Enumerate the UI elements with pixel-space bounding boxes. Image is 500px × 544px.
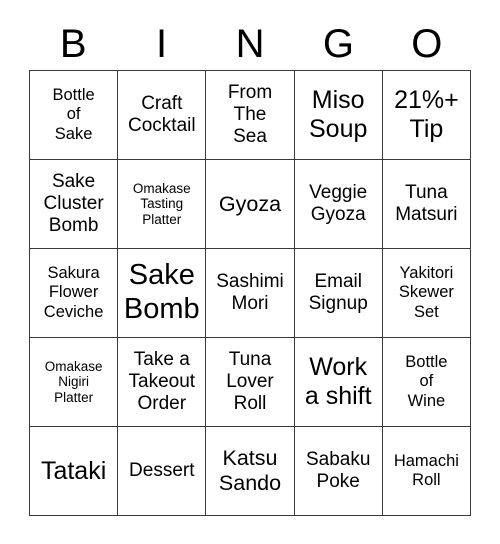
bingo-header-row: BINGO [29, 18, 471, 70]
bingo-cell-label: Gyoza [218, 191, 282, 216]
bingo-cell-label: Tuna Lover Roll [226, 348, 274, 415]
bingo-grid: Bottle of Sake Craft Cocktail From The Sea… [29, 70, 471, 516]
bingo-cell-r2c3[interactable]: Gyoza [206, 160, 295, 249]
bingo-cell-r4c2[interactable]: Take a Takeout Order [118, 338, 207, 427]
bingo-cell-label: Sakura Flower Ceviche [43, 264, 104, 321]
bingo-header-letter-i: I [156, 22, 168, 66]
bingo-cell-label: From The Sea [227, 81, 273, 148]
bingo-cell-label: Veggie Gyoza [309, 181, 368, 225]
bingo-cell-r1c2[interactable]: Craft Cocktail [118, 71, 207, 160]
bingo-cell-r5c1[interactable]: Tataki [30, 427, 119, 516]
bingo-cell-r1c4[interactable]: Miso Soup [294, 71, 383, 160]
bingo-cell-r1c3[interactable]: From The Sea [206, 71, 295, 160]
bingo-cell-r5c2[interactable]: Dessert [118, 427, 207, 516]
bingo-cell-r1c1[interactable]: Bottle of Sake [30, 71, 119, 160]
bingo-cell-r4c3[interactable]: Tuna Lover Roll [206, 338, 295, 427]
bingo-cell-r2c5[interactable]: Tuna Matsuri [382, 160, 471, 249]
bingo-cell-r3c3[interactable]: Sashimi Mori [206, 249, 295, 338]
bingo-cell-r3c2[interactable]: Sake Bomb [118, 249, 207, 338]
bingo-cell-label: 21%+ Tip [394, 86, 459, 143]
bingo-cell-r4c1[interactable]: Omakase Nigiri Platter [30, 338, 119, 427]
bingo-header-letter-n: N [235, 22, 265, 66]
bingo-cell-label: Omakase Tasting Platter [132, 180, 191, 227]
bingo-cell-r2c4[interactable]: Veggie Gyoza [294, 160, 383, 249]
bingo-cell-r3c5[interactable]: Yakitori Skewer Set [382, 249, 471, 338]
bingo-cell-r2c2[interactable]: Omakase Tasting Platter [118, 160, 207, 249]
bingo-cell-label: Hamachi Roll [393, 451, 459, 489]
bingo-cell-label: Sake Bomb [123, 259, 200, 325]
bingo-cell-r4c5[interactable]: Bottle of Wine [382, 338, 471, 427]
bingo-cell-label: Yakitori Skewer Set [398, 264, 454, 321]
bingo-header-letter-b: B [59, 22, 87, 66]
bingo-cell-r5c3[interactable]: Katsu Sando [206, 427, 295, 516]
bingo-cell-label: Tuna Matsuri [395, 181, 458, 225]
bingo-cell-label: Sashimi Mori [216, 270, 284, 314]
bingo-cell-r1c5[interactable]: 21%+ Tip [382, 71, 471, 160]
bingo-header-letter-g: G [322, 22, 354, 66]
bingo-cell-label: Craft Cocktail [128, 92, 196, 136]
bingo-cell-label: Tataki [40, 456, 107, 485]
bingo-card: B I N G O Bottle of Sake Craft Cocktail From T… [0, 0, 500, 544]
bingo-cell-label: Miso Soup [309, 86, 368, 143]
bingo-cell-label: Sabaku Poke [305, 448, 371, 492]
bingo-cell-label: Take a Takeout Order [128, 348, 196, 415]
bingo-cell-label: Katsu Sando [218, 446, 282, 495]
bingo-cell-r3c4[interactable]: Email Signup [294, 249, 383, 338]
bingo-cell-label: Work a shift [304, 353, 372, 410]
bingo-cell-label: Dessert [129, 459, 195, 481]
bingo-cell-label: Bottle of Sake [52, 86, 95, 143]
bingo-cell-label: Email Signup [308, 270, 368, 314]
bingo-header-letter-o: O [411, 22, 443, 66]
bingo-cell-label: Omakase Nigiri Platter [44, 358, 103, 405]
bingo-cell-r5c5[interactable]: Hamachi Roll [382, 427, 471, 516]
bingo-cell-r5c4[interactable]: Sabaku Poke [294, 427, 383, 516]
bingo-cell-r2c1[interactable]: Sake Cluster Bomb [30, 160, 119, 249]
bingo-cell-r4c4[interactable]: Work a shift [294, 338, 383, 427]
bingo-cell-label: Sake Cluster Bomb [43, 170, 104, 237]
bingo-cell-r3c1[interactable]: Sakura Flower Ceviche [30, 249, 119, 338]
bingo-cell-label: Bottle of Wine [405, 353, 448, 410]
